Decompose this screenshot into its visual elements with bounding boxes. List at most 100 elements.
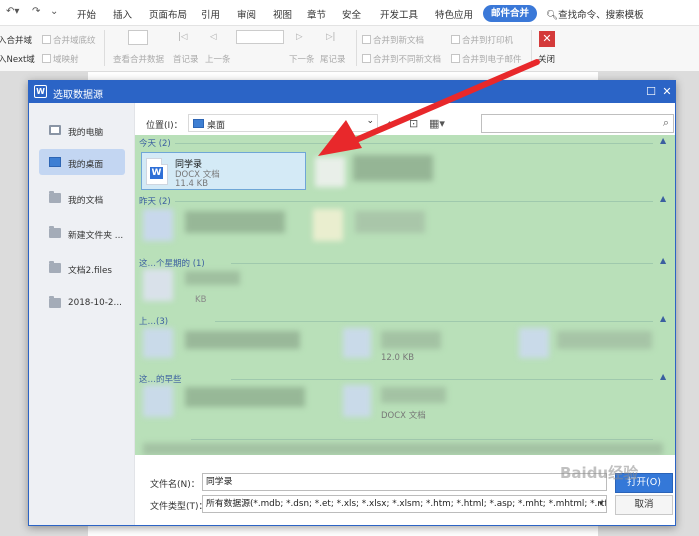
insert-next-field-button[interactable]: 入Next域 xyxy=(0,53,35,65)
blurred-file-icon[interactable] xyxy=(343,385,371,417)
tab-home[interactable]: 开始 xyxy=(77,7,96,21)
printer-icon xyxy=(451,35,460,44)
tab-developer[interactable]: 开发工具 xyxy=(380,7,418,21)
tab-references[interactable]: 引用 xyxy=(201,7,220,21)
new-doc-icon xyxy=(362,35,371,44)
merge-to-different-docs-label: 合并到不同新文档 xyxy=(373,55,442,65)
tab-chapter[interactable]: 章节 xyxy=(307,7,326,21)
command-search[interactable]: 🔍︎查找命令、搜索模板 xyxy=(546,7,644,21)
merge-to-email-button[interactable]: 合并到电子邮件 xyxy=(451,53,522,65)
ribbon-toolbar: 入合并域 入Next域 合并域底纹 域映射 查看合并数据 |◁ 首记录 ◁ 上一… xyxy=(0,26,699,72)
search-icon: ⌕ xyxy=(662,116,669,129)
sidebar-item-my-desktop[interactable]: 我的桌面 xyxy=(39,149,125,175)
group-header-earlier: 这…的早些 xyxy=(139,375,182,385)
collapse-icon[interactable]: ▲ xyxy=(660,314,666,323)
insert-merge-field-button[interactable]: 入合并域 xyxy=(0,34,32,46)
blurred-file-icon[interactable] xyxy=(313,209,343,241)
merge-to-new-doc-label: 合并到新文档 xyxy=(373,36,425,46)
blurred-file-icon[interactable] xyxy=(143,385,173,417)
word-doc-icon: W xyxy=(146,158,168,185)
folder-icon xyxy=(49,261,61,273)
group-header-last: 上…(3) xyxy=(139,317,169,327)
filetype-dropdown[interactable]: 所有数据源(*.mdb; *.dsn; *.et; *.xls; *.xlsx;… xyxy=(202,495,607,513)
record-number-input[interactable] xyxy=(236,30,284,44)
redo-icon[interactable]: ↷ xyxy=(32,6,40,17)
collapse-icon[interactable]: ▲ xyxy=(660,136,666,145)
file-list[interactable]: 今天 (2) ▲ W 同学录 DOCX 文档 11.4 KB 昨天 (2) ▲ … xyxy=(135,135,675,455)
view-merged-data-button[interactable]: 查看合并数据 xyxy=(113,53,164,65)
ribbon-tab-bar: ↶▾ ↷ ⌄ 开始 插入 页面布局 引用 审阅 视图 章节 安全 开发工具 特色… xyxy=(0,0,699,26)
file-search-box[interactable]: ⌕ xyxy=(481,114,674,133)
folder-icon xyxy=(49,296,61,308)
sidebar-item-my-computer[interactable]: 我的电脑 xyxy=(39,117,125,143)
sidebar-item-new-folder[interactable]: 新建文件夹 ... xyxy=(39,220,125,246)
sidebar-item-label: 我的电脑 xyxy=(68,128,104,138)
last-record-button[interactable]: 尾记录 xyxy=(320,53,346,65)
sidebar-item-2018-10-folder[interactable]: 2018-10-2... xyxy=(39,290,125,316)
file-item-selected[interactable]: W 同学录 DOCX 文档 11.4 KB xyxy=(141,152,306,190)
undo-icon[interactable]: ↶▾ xyxy=(6,6,19,17)
field-map-button[interactable]: 域映射 xyxy=(42,53,79,65)
merge-to-printer-label: 合并到打印机 xyxy=(462,36,514,46)
quick-access-dropdown-icon[interactable]: ⌄ xyxy=(50,6,58,17)
ribbon-divider xyxy=(356,30,357,66)
collapse-icon[interactable]: ▲ xyxy=(660,256,666,265)
close-icon[interactable]: ✕ xyxy=(659,84,675,100)
filetype-label: 文件类型(T)： xyxy=(150,502,208,512)
blurred-file-icon[interactable] xyxy=(315,157,345,187)
merge-to-new-doc-button[interactable]: 合并到新文档 xyxy=(362,34,424,46)
first-record-button[interactable]: 首记录 xyxy=(173,53,199,65)
group-header-today: 今天 (2) xyxy=(139,139,171,149)
file-size: 11.4 KB xyxy=(175,179,209,189)
blurred-file-icon[interactable] xyxy=(519,328,549,358)
watermark-logo: Baidu经验 xyxy=(560,464,639,482)
close-mail-merge-button[interactable]: 关闭 xyxy=(538,53,555,65)
blurred-file-icon[interactable] xyxy=(143,209,173,241)
tab-view[interactable]: 视图 xyxy=(273,7,292,21)
file-search-input[interactable] xyxy=(482,115,652,132)
view-mode-icon[interactable]: ▦▾ xyxy=(429,117,445,130)
location-label: 位置(I)： xyxy=(146,121,183,131)
maximize-icon[interactable]: ☐ xyxy=(643,84,659,100)
new-folder-icon[interactable]: ⊡ xyxy=(409,117,418,130)
select-data-source-dialog: W 选取数据源 ☐ ✕ 我的电脑 我的桌面 我的文档 新建文件夹 ... 文档2… xyxy=(28,80,676,526)
tab-security[interactable]: 安全 xyxy=(342,7,361,21)
wps-logo-icon: W xyxy=(34,85,47,98)
group-divider xyxy=(231,263,653,264)
blurred-file-icon[interactable] xyxy=(343,328,371,358)
tab-review[interactable]: 审阅 xyxy=(237,7,256,21)
file-type: DOCX 文档 xyxy=(381,411,426,421)
blurred-file-name xyxy=(557,331,652,349)
tab-page-layout[interactable]: 页面布局 xyxy=(149,7,187,21)
back-icon[interactable]: ← xyxy=(387,117,396,130)
sidebar-item-label: 我的文档 xyxy=(68,196,104,206)
blurred-file-name xyxy=(355,211,425,233)
filename-input[interactable]: 同学录 xyxy=(202,473,607,491)
blurred-file-name xyxy=(185,271,240,285)
folder-icon xyxy=(49,226,61,238)
blurred-file-icon[interactable] xyxy=(143,328,173,358)
sidebar-item-doc2-files[interactable]: 文档2.files xyxy=(39,255,125,281)
tab-special-apps[interactable]: 特色应用 xyxy=(435,7,473,21)
cancel-button[interactable]: 取消 xyxy=(615,495,673,515)
ribbon-divider xyxy=(104,30,105,66)
tab-insert[interactable]: 插入 xyxy=(113,7,132,21)
collapse-icon[interactable]: ▲ xyxy=(660,194,666,203)
collapse-icon[interactable]: ▲ xyxy=(660,372,666,381)
close-mail-merge-icon[interactable]: ✕ xyxy=(539,31,555,47)
ribbon-divider xyxy=(531,30,532,66)
filename-label: 文件名(N)： xyxy=(150,480,200,490)
dialog-title-bar: W 选取数据源 ☐ ✕ xyxy=(29,81,675,103)
merge-to-different-docs-button[interactable]: 合并到不同新文档 xyxy=(362,53,441,65)
merge-to-printer-button[interactable]: 合并到打印机 xyxy=(451,34,513,46)
next-record-button[interactable]: 下一条 xyxy=(289,53,315,65)
blurred-file-icon[interactable] xyxy=(143,269,173,301)
merge-field-shading-button[interactable]: 合并域底纹 xyxy=(42,34,96,46)
prev-record-button[interactable]: 上一条 xyxy=(205,53,231,65)
location-dropdown[interactable]: 桌面 ⌄ xyxy=(188,114,378,132)
tab-mail-merge[interactable]: 邮件合并 xyxy=(483,5,538,22)
field-map-icon xyxy=(42,54,51,63)
sidebar-item-my-documents[interactable]: 我的文档 xyxy=(39,185,125,211)
sidebar-item-label: 我的桌面 xyxy=(68,160,104,170)
blurred-file-name xyxy=(185,387,305,407)
